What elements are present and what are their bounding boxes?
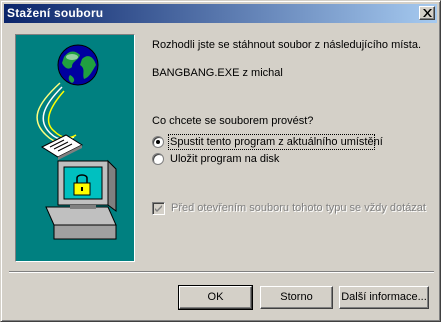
run-program-radio[interactable] [152, 136, 164, 148]
save-program-label[interactable]: Uložit program na disk [170, 153, 279, 165]
download-dialog: Stažení souboru Rozhodli jste se stáhnou… [0, 0, 441, 322]
intro-text: Rozhodli jste se stáhnout soubor z násle… [152, 39, 422, 51]
document-icon [40, 134, 84, 160]
cancel-button[interactable]: Storno [260, 286, 333, 309]
save-program-radio[interactable] [152, 153, 164, 165]
close-icon [423, 9, 432, 17]
globe-icon [57, 44, 99, 86]
download-illustration [15, 34, 135, 262]
signal-lines [36, 82, 77, 143]
button-separator [9, 271, 434, 273]
always-ask-checkbox[interactable] [152, 202, 165, 215]
close-button[interactable] [419, 6, 435, 20]
checkmark-icon [155, 205, 162, 212]
more-info-button[interactable]: Další informace... [339, 286, 429, 309]
title-bar[interactable]: Stažení souboru [4, 4, 437, 23]
question-label: Co chcete se souborem provést? [152, 115, 314, 127]
always-ask-label: Před otevřením souboru tohoto typu se vž… [171, 202, 426, 214]
ok-button[interactable]: OK [178, 285, 253, 310]
run-program-label[interactable]: Spustit tento program z aktuálního umíst… [170, 136, 383, 148]
window-title: Stažení souboru [7, 6, 104, 20]
computer-icon [45, 159, 117, 240]
download-source: BANGBANG.EXE z michal [152, 67, 283, 79]
radio-selected-dot [156, 140, 160, 144]
